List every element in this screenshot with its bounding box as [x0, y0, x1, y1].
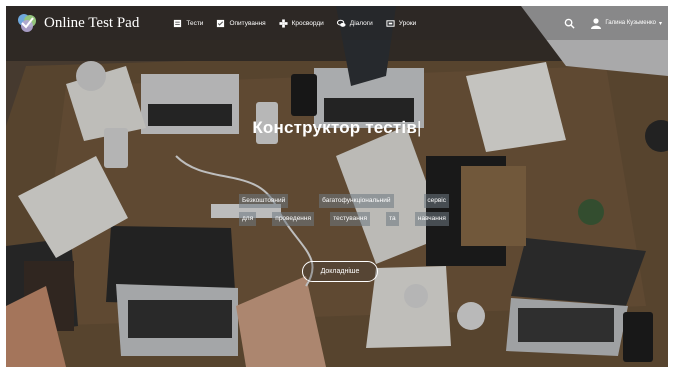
menu-item-label: Діалоги: [349, 19, 373, 27]
subtitle-word: проведення: [272, 212, 315, 226]
top-navigation: Online Test Pad Тести Опитування Кросвор…: [6, 6, 668, 40]
main-menu: Тести Опитування Кросворди Діалоги Уроки: [173, 18, 417, 28]
subtitle-word: багатофункціональний: [319, 194, 394, 208]
subtitle-word: навчання: [414, 212, 449, 226]
chevron-down-icon: ▾: [658, 20, 662, 27]
hero-screenshot: Online Test Pad Тести Опитування Кросвор…: [6, 6, 668, 367]
dark-overlay: [6, 6, 668, 367]
search-icon[interactable]: [564, 18, 575, 29]
page-title: Конструктор тестів|: [6, 118, 668, 138]
user-avatar-icon: [591, 18, 602, 29]
text-cursor-icon: |: [417, 118, 422, 137]
subtitle-word: Безкоштовний: [239, 194, 289, 208]
subtitle-line-2: для проведення тестування та навчання: [239, 212, 449, 226]
logo-icon: [18, 14, 36, 32]
subtitle-line-1: Безкоштовний багатофункціональний сервіс: [239, 194, 449, 208]
crossword-icon: [279, 18, 288, 28]
menu-item-lessons[interactable]: Уроки: [386, 19, 417, 28]
subtitle-word: та: [386, 212, 399, 226]
logo-text: Online Test Pad: [44, 14, 140, 31]
menu-item-tests[interactable]: Тести: [173, 19, 203, 28]
hero-subtitle: Безкоштовний багатофункціональний сервіс…: [239, 194, 449, 230]
menu-item-label: Кросворди: [291, 19, 324, 27]
menu-item-surveys[interactable]: Опитування: [216, 19, 266, 28]
subtitle-word: сервіс: [424, 194, 449, 208]
subtitle-word: для: [239, 212, 257, 226]
survey-icon: [217, 19, 225, 27]
menu-item-label: Опитування: [229, 19, 266, 27]
menu-item-label: Тести: [186, 19, 204, 27]
user-menu[interactable]: Галина Кузьменко ▾: [590, 17, 662, 29]
learn-more-button[interactable]: Докладніше: [302, 261, 378, 282]
site-logo[interactable]: Online Test Pad: [16, 12, 139, 34]
subtitle-word: тестування: [330, 212, 370, 226]
lessons-icon: [386, 19, 395, 27]
dialog-icon: [336, 19, 346, 27]
menu-item-label: Уроки: [398, 19, 417, 27]
menu-item-dialogs[interactable]: Діалоги: [336, 19, 373, 28]
user-name: Галина Кузьменко: [605, 20, 656, 26]
test-icon: [174, 19, 182, 27]
menu-item-crosswords[interactable]: Кросворди: [279, 18, 324, 28]
hero-title-text: Конструктор тестів: [252, 118, 417, 137]
